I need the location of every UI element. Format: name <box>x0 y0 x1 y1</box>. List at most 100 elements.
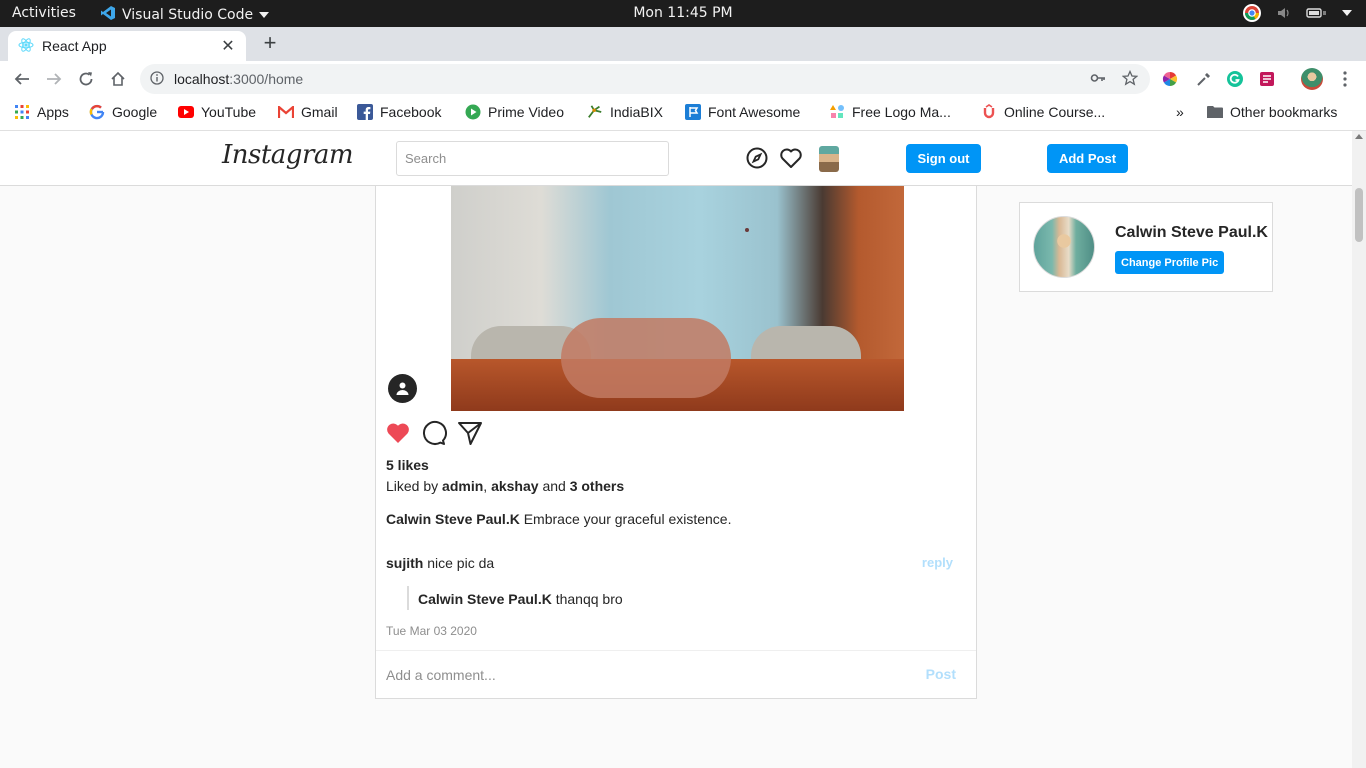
address-bar[interactable]: localhost:3000/home <box>140 64 1150 94</box>
apps-grid-icon <box>14 104 30 120</box>
page-scrollbar[interactable] <box>1352 131 1366 768</box>
bookmark-label: Other bookmarks <box>1230 104 1338 120</box>
udemy-icon <box>981 104 997 120</box>
battery-icon[interactable] <box>1306 6 1328 20</box>
scroll-up-arrow-icon[interactable] <box>1355 134 1363 139</box>
other-bookmarks[interactable]: Other bookmarks <box>1207 104 1337 120</box>
post-date: Tue Mar 03 2020 <box>386 624 477 638</box>
folder-icon <box>1207 104 1223 120</box>
chrome-icon[interactable] <box>1242 3 1262 23</box>
app-menu[interactable]: Visual Studio Code <box>100 5 270 25</box>
bookmark-google[interactable]: Google <box>89 104 157 120</box>
grammarly-extension-icon[interactable] <box>1225 69 1245 89</box>
google-icon <box>89 104 105 120</box>
header-avatar[interactable] <box>819 146 839 172</box>
reload-icon <box>79 72 93 86</box>
share-icon[interactable] <box>457 420 483 446</box>
liked-by-user[interactable]: admin <box>442 478 483 494</box>
bookmark-indiabix[interactable]: IndiaBIX <box>587 104 663 120</box>
reply-text: thanqq bro <box>555 591 623 607</box>
bookmark-star-icon[interactable] <box>1121 69 1139 91</box>
indiabix-icon <box>587 104 603 120</box>
reply-button[interactable]: reply <box>922 555 953 570</box>
close-tab-icon[interactable]: ✕ <box>220 36 236 56</box>
scroll-thumb[interactable] <box>1355 188 1363 242</box>
profile-avatar[interactable] <box>1033 216 1095 278</box>
profile-card: Calwin Steve Paul.K Change Profile Pic <box>1019 202 1273 292</box>
liked-by-others[interactable]: 3 others <box>570 478 624 494</box>
comment-reply: Calwin Steve Paul.K thanqq bro <box>407 586 623 610</box>
system-menu-chevron-icon[interactable] <box>1342 9 1352 17</box>
change-profile-pic-button[interactable]: Change Profile Pic <box>1115 251 1225 274</box>
red-extension-icon[interactable] <box>1257 69 1277 89</box>
bookmark-free-logo-maker[interactable]: Free Logo Ma... <box>829 104 951 120</box>
home-button[interactable] <box>106 67 130 91</box>
vscode-icon <box>100 5 116 25</box>
instagram-logo[interactable]: Instagram <box>222 140 354 170</box>
info-icon[interactable] <box>150 71 164 90</box>
browser-toolbar: localhost:3000/home <box>0 61 1366 97</box>
arrow-left-icon <box>14 73 29 85</box>
clock[interactable]: Mon 11:45 PM <box>633 5 732 21</box>
reply-user[interactable]: Calwin Steve Paul.K <box>418 591 552 607</box>
bookmark-facebook[interactable]: Facebook <box>357 104 441 120</box>
user-avatar-icon[interactable] <box>388 374 417 403</box>
more-vertical-icon[interactable] <box>1335 69 1355 89</box>
caption-text: Embrace your graceful existence. <box>523 511 732 527</box>
comment-form: Post <box>376 650 976 698</box>
post-caption: Calwin Steve Paul.K Embrace your gracefu… <box>386 511 731 527</box>
like-heart-icon[interactable] <box>385 420 411 446</box>
forward-button[interactable] <box>42 67 66 91</box>
liked-by: Liked by admin, akshay and 3 others <box>386 478 625 494</box>
bookmark-label: IndiaBIX <box>610 104 663 120</box>
bookmark-label: Free Logo Ma... <box>852 104 951 120</box>
liked-by-user[interactable]: akshay <box>491 478 538 494</box>
explore-compass-icon[interactable] <box>745 146 769 170</box>
profile-avatar-icon[interactable] <box>1301 68 1323 90</box>
react-icon <box>18 37 34 56</box>
comment-user[interactable]: sujith <box>386 555 423 571</box>
bookmark-apps[interactable]: Apps <box>14 104 69 120</box>
color-wheel-extension-icon[interactable] <box>1160 69 1180 89</box>
bookmark-font-awesome[interactable]: Font Awesome <box>685 104 800 120</box>
add-post-button[interactable]: Add Post <box>1047 144 1128 173</box>
new-tab-button[interactable]: + <box>258 32 282 56</box>
url-text[interactable]: localhost:3000/home <box>174 71 303 87</box>
activity-heart-icon[interactable] <box>779 146 803 170</box>
activities-button[interactable]: Activities <box>12 5 76 21</box>
sign-out-button[interactable]: Sign out <box>906 144 981 173</box>
volume-icon[interactable] <box>1276 5 1292 21</box>
bookmark-label: Gmail <box>301 104 338 120</box>
bookmark-youtube[interactable]: YouTube <box>178 104 256 120</box>
tab-title: React App <box>42 38 107 54</box>
comment: sujith nice pic da <box>386 555 494 571</box>
bookmark-label: Apps <box>37 104 69 120</box>
comment-icon[interactable] <box>421 420 447 446</box>
bookmark-prime-video[interactable]: Prime Video <box>465 104 564 120</box>
youtube-icon <box>178 104 194 120</box>
search-input[interactable] <box>396 141 669 176</box>
chevron-down-icon <box>259 7 270 23</box>
post-author[interactable]: Calwin Steve Paul.K <box>386 511 520 527</box>
overflow-chevron-icon: » <box>1176 104 1184 120</box>
post-comment-button[interactable]: Post <box>926 666 956 682</box>
url-host: localhost <box>174 71 230 87</box>
bookmarks-overflow-button[interactable]: » <box>1176 104 1184 120</box>
app-name: Visual Studio Code <box>122 7 254 23</box>
bookmark-label: Online Course... <box>1004 104 1106 120</box>
back-button[interactable] <box>10 67 34 91</box>
liked-by-prefix: Liked by <box>386 478 439 494</box>
eyedropper-extension-icon[interactable] <box>1194 69 1214 89</box>
likes-count: 5 likes <box>386 457 429 473</box>
bookmark-gmail[interactable]: Gmail <box>278 104 338 120</box>
post-image <box>451 186 904 411</box>
system-top-bar: Activities Visual Studio Code Mon 11:45 … <box>0 0 1366 27</box>
bookmark-online-courses[interactable]: Online Course... <box>981 104 1105 120</box>
browser-tab[interactable]: React App ✕ <box>8 31 246 61</box>
reload-button[interactable] <box>74 67 98 91</box>
facebook-icon <box>357 104 373 120</box>
gmail-icon <box>278 104 294 120</box>
key-icon[interactable] <box>1090 71 1106 90</box>
prime-video-icon <box>465 104 481 120</box>
comment-input[interactable] <box>386 665 906 685</box>
